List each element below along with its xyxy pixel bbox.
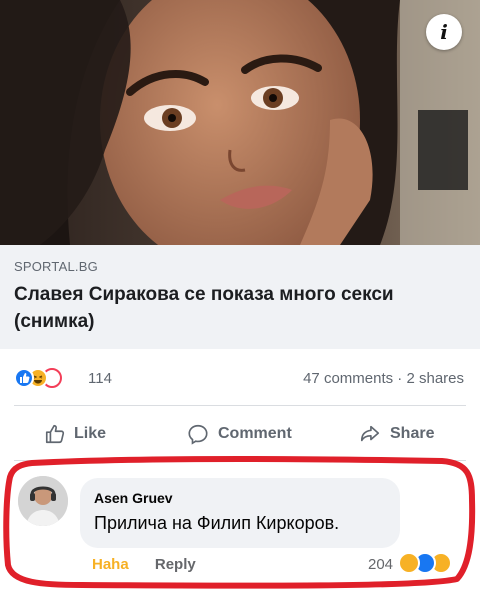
comment-text: Прилича на Филип Киркоров. <box>94 513 340 533</box>
post-actions: Like Comment Share <box>0 412 480 456</box>
haha-reaction-link[interactable]: Haha <box>92 556 129 573</box>
share-icon <box>360 425 380 442</box>
portrait-image <box>0 0 480 245</box>
post-stats: 114 47 comments · 2 shares <box>0 355 480 399</box>
thumbs-up-icon <box>45 424 65 444</box>
like-icon <box>14 368 34 388</box>
share-label: Share <box>390 425 435 442</box>
avatar[interactable] <box>18 476 68 526</box>
haha-icon <box>398 552 420 574</box>
like-button[interactable]: Like <box>44 422 106 446</box>
info-icon[interactable]: i <box>426 14 462 50</box>
link-source: SPORTAL.BG <box>14 259 98 274</box>
share-button[interactable]: Share <box>358 422 434 446</box>
comment-icon <box>188 424 208 445</box>
comment-bubble: Asen Gruev Прилича на Филип Киркоров. <box>80 478 400 548</box>
divider <box>14 405 466 406</box>
comment-reaction-icons[interactable] <box>398 552 468 576</box>
comments-shares-count[interactable]: 47 comments · 2 shares <box>303 370 464 387</box>
comment-author[interactable]: Asen Gruev <box>94 490 173 506</box>
post-photo[interactable]: i <box>0 0 480 245</box>
link-headline[interactable]: Славея Сиракова се показа много секси (с… <box>14 281 454 335</box>
like-label: Like <box>74 425 107 442</box>
reply-link[interactable]: Reply <box>155 556 196 573</box>
reaction-summary[interactable] <box>14 368 94 388</box>
divider <box>14 460 466 461</box>
comment-label: Comment <box>218 425 292 442</box>
reaction-count[interactable]: 114 <box>88 370 112 387</box>
link-preview[interactable]: SPORTAL.BG Славея Сиракова се показа мно… <box>0 245 480 349</box>
comment-reaction-count[interactable]: 204 <box>368 556 393 573</box>
comment-actions: Haha Reply <box>92 556 196 573</box>
comment-button[interactable]: Comment <box>186 422 292 446</box>
avatar-image <box>18 476 68 526</box>
